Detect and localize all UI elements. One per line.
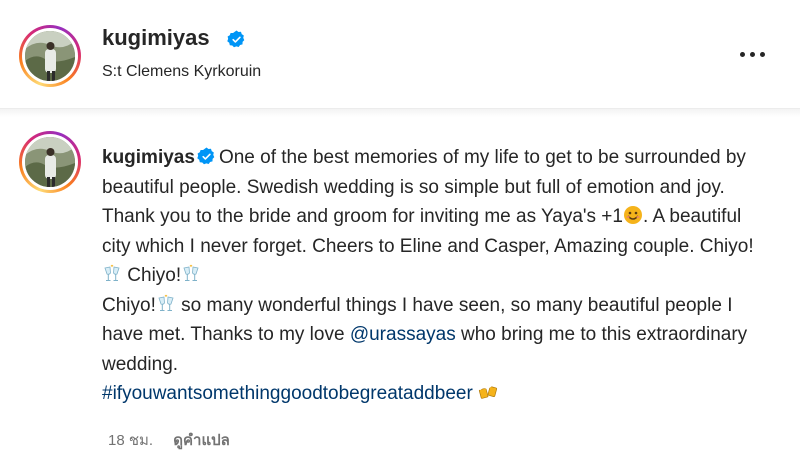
- mention-link[interactable]: @urassayas: [350, 324, 456, 345]
- smiling-face-emoji-icon: [623, 206, 642, 224]
- verified-badge-icon: [227, 30, 245, 48]
- caption-text: Chiyo!: [102, 294, 156, 316]
- divider-shadow: [0, 109, 800, 117]
- verified-badge-icon: [197, 147, 215, 165]
- post-footer: 18 ชม. ดูคำแปล: [108, 428, 230, 452]
- avatar: [25, 137, 75, 187]
- post-caption: kugimiyas One of the best memories of my …: [102, 143, 762, 409]
- post-header: kugimiyas S:t Clemens Kyrkoruin: [0, 0, 800, 108]
- clinking-glasses-emoji-icon: [158, 294, 174, 311]
- more-options-icon[interactable]: [738, 52, 768, 60]
- see-translation-button[interactable]: ดูคำแปล: [173, 432, 230, 449]
- hashtag-link[interactable]: #ifyouwantsomethinggoodtobegreataddbeer: [102, 383, 473, 404]
- caption-avatar-story-ring[interactable]: [19, 131, 81, 193]
- post-timestamp[interactable]: 18 ชม.: [108, 432, 153, 449]
- post-author-username[interactable]: kugimiyas: [102, 25, 210, 51]
- post-location[interactable]: S:t Clemens Kyrkoruin: [102, 63, 261, 81]
- caption-username[interactable]: kugimiyas: [102, 147, 195, 168]
- caption-text: Chiyo!: [122, 265, 182, 286]
- avatar: [25, 31, 75, 81]
- profile-avatar-story-ring[interactable]: [19, 25, 81, 87]
- clinking-beer-mugs-emoji-icon: [479, 384, 498, 399]
- clinking-glasses-emoji-icon: [183, 264, 199, 281]
- clinking-glasses-emoji-icon: [104, 264, 120, 281]
